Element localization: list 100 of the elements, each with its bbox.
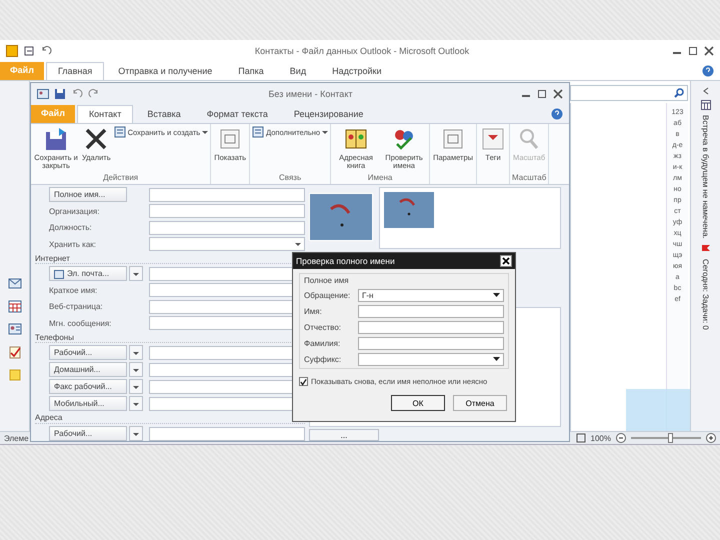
tasks-icon — [8, 345, 22, 359]
input-field[interactable] — [358, 320, 504, 334]
field-label: Фамилия: — [304, 338, 342, 348]
field-button[interactable]: Факс рабочий... — [49, 379, 127, 394]
undo-icon — [71, 88, 83, 100]
map-button[interactable]: ... — [309, 429, 379, 441]
app-icon — [6, 45, 18, 57]
form-icon — [114, 126, 126, 138]
maximize-icon — [537, 89, 547, 99]
caret-icon — [295, 241, 301, 248]
caret-icon — [493, 292, 500, 298]
contacts-icon — [8, 322, 22, 336]
redo-icon — [88, 88, 100, 100]
field-label: Имя: — [304, 306, 323, 316]
field-label: Хранить как: — [49, 240, 96, 249]
search-icon — [674, 88, 684, 98]
group-label: Масштаб — [512, 173, 546, 184]
field-button[interactable]: Полное имя... — [49, 187, 127, 202]
status-text: Элеме — [4, 434, 29, 442]
input-field[interactable] — [149, 204, 305, 218]
combo-box[interactable] — [149, 237, 305, 252]
group-label: Имена — [366, 173, 394, 184]
caret-icon — [133, 430, 139, 437]
ribbon-tab[interactable]: Отправка и получение — [106, 62, 224, 80]
appointments-text: Встреча в будущем не намечена. — [701, 115, 710, 239]
field-button[interactable]: Рабочий... — [49, 345, 127, 360]
ribbon-tab[interactable]: Главная — [46, 62, 104, 80]
ribbon-tab[interactable]: Папка — [226, 62, 276, 80]
tasks-text: Сегодня: Задачи: 0 — [701, 258, 710, 330]
ribbon-tab[interactable]: Надстройки — [320, 62, 394, 80]
dropdown-button[interactable] — [129, 396, 143, 412]
photo-placeholder — [309, 193, 373, 241]
input-field[interactable] — [149, 220, 305, 235]
ribbon-tab[interactable]: Рецензирование — [282, 105, 376, 123]
caret-icon — [133, 384, 139, 390]
dropdown-button[interactable] — [129, 345, 143, 360]
caret-icon — [133, 400, 139, 407]
field-label: Суффикс: — [304, 354, 342, 364]
dropdown-button[interactable] — [129, 266, 143, 282]
calendar-icon — [8, 299, 22, 313]
caret-icon — [133, 350, 139, 356]
contact-card-icon — [37, 88, 49, 100]
close-button[interactable] — [500, 255, 512, 267]
caret-icon — [322, 129, 328, 135]
field-button[interactable]: Рабочий... — [49, 426, 127, 442]
input-field[interactable] — [149, 188, 305, 202]
zoom-level-text: 100% — [590, 434, 611, 442]
dialog-title: Проверка полного имени — [296, 256, 396, 266]
group-label: Действия — [102, 173, 140, 184]
field-label: Отчество: — [304, 322, 342, 332]
flag-icon — [480, 126, 506, 152]
combo-box[interactable]: Г-н — [358, 288, 504, 302]
ribbon-tab[interactable]: Формат текста — [194, 105, 280, 123]
help-icon — [551, 108, 563, 120]
zoom-slider-thumb[interactable] — [668, 433, 672, 443]
calendar-icon — [700, 100, 710, 110]
save-icon — [54, 88, 66, 100]
reading-view-icon — [576, 433, 586, 443]
caret-icon — [133, 270, 139, 277]
dropdown-button[interactable] — [129, 362, 143, 378]
field-button[interactable]: Эл. почта... — [49, 266, 127, 282]
field-label: Веб-страница: — [49, 302, 103, 312]
undo-icon — [40, 45, 52, 57]
flag-icon — [700, 244, 710, 254]
field-button[interactable]: Домашний... — [49, 362, 127, 378]
field-label: Должность: — [49, 223, 92, 232]
window-title: Без имени - Контакт — [268, 89, 354, 99]
ribbon-tab[interactable]: Вставка — [135, 105, 193, 123]
note-icon — [8, 368, 22, 382]
save-icon — [43, 126, 69, 152]
selection-highlight — [626, 389, 690, 431]
field-label: Мгн. сообщения: — [49, 318, 112, 328]
group-label: Связь — [278, 173, 302, 184]
dropdown-button[interactable] — [129, 379, 143, 394]
check-icon — [300, 378, 307, 386]
checkbox[interactable] — [299, 377, 308, 386]
ribbon-tab[interactable]: Контакт — [76, 105, 134, 123]
dialog-button[interactable]: ОК — [391, 395, 445, 411]
caret-icon — [202, 129, 208, 135]
group-label: Полное имя — [304, 276, 350, 285]
combo-box[interactable] — [358, 352, 504, 366]
input-field[interactable] — [149, 426, 305, 441]
dialog-button[interactable]: Отмена — [453, 395, 507, 411]
input-field[interactable] — [358, 336, 504, 350]
address-book-icon — [54, 268, 64, 279]
window-title: Контакты - Файл данных Outlook - Microsoft Outlook — [254, 46, 470, 56]
field-label: Организация: — [49, 206, 100, 216]
search-field[interactable] — [570, 85, 688, 101]
field-label: Краткое имя: — [49, 286, 98, 295]
caret-icon — [133, 366, 139, 373]
input-field[interactable] — [358, 304, 504, 318]
close-icon — [704, 46, 714, 56]
field-button[interactable]: Мобильный... — [49, 396, 127, 412]
ribbon-tab[interactable]: Вид — [278, 62, 318, 80]
maximize-icon — [688, 46, 698, 56]
dropdown-button[interactable] — [129, 426, 143, 442]
mail-icon — [8, 276, 22, 290]
form-icon — [252, 126, 264, 138]
close-icon — [502, 257, 510, 265]
help-icon — [702, 65, 714, 77]
